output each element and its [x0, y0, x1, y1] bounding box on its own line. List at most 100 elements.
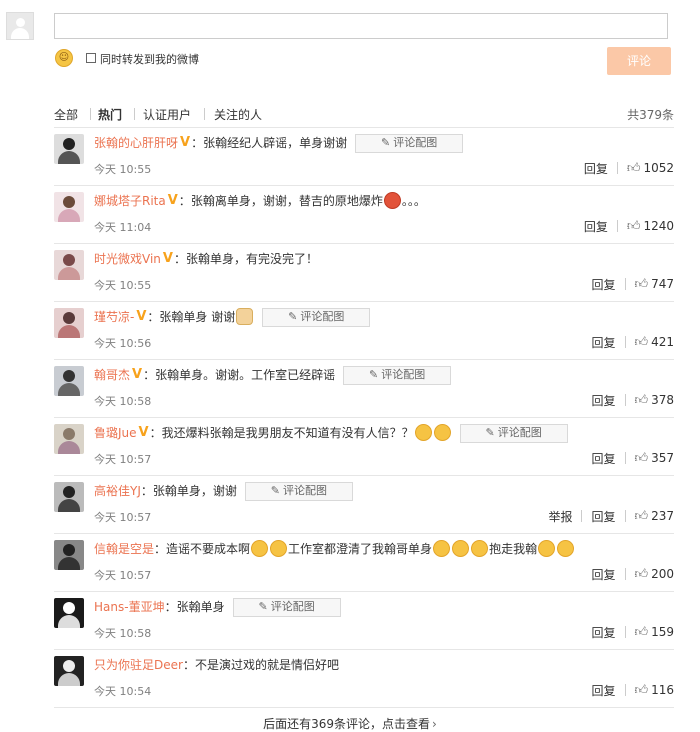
reply-link[interactable]: 回复: [591, 682, 615, 699]
comment-username[interactable]: 瑾芍凉-: [94, 307, 134, 327]
comment-image-label: 评论配图: [497, 426, 542, 439]
verified-badge-icon: V: [132, 367, 143, 382]
reply-link[interactable]: 回复: [591, 566, 615, 583]
comment-image-button[interactable]: ✎ 评论配图: [232, 597, 341, 617]
comment-separator: ：: [191, 136, 204, 150]
comment-text: 我还爆料张翰是我男朋友不知道有没有人信？？: [161, 426, 414, 440]
like-count: 1052: [643, 160, 674, 175]
filter-tab-hot[interactable]: 热门: [98, 106, 122, 123]
like-count: 378: [651, 392, 674, 407]
commenter-avatar[interactable]: [54, 540, 84, 570]
like-button[interactable]: 👍︎ 421: [635, 335, 675, 350]
comment-item: 鲁璐Jue V：我还爆料张翰是我男朋友不知道有没有人信？？ ✎ 评论配图 今天 10:5…: [54, 418, 674, 476]
like-button[interactable]: 👍︎ 237: [635, 509, 675, 524]
comment-image-button[interactable]: ✎ 评论配图: [459, 423, 568, 443]
comment-separator: ：: [143, 368, 156, 382]
commenter-avatar[interactable]: [54, 598, 84, 628]
comment-text: 张翰离单身，谢谢，替吉的原地爆炸: [190, 194, 383, 208]
pencil-icon: ✎: [485, 426, 495, 439]
comment-image-button[interactable]: ✎ 评论配图: [244, 481, 353, 501]
commenter-avatar[interactable]: [54, 192, 84, 222]
commenter-avatar[interactable]: [54, 656, 84, 686]
comment-timestamp: 今天 10:55: [94, 279, 152, 292]
cry-emoji-icon: [452, 539, 470, 557]
like-button[interactable]: 👍︎ 200: [635, 567, 675, 582]
comment-item: 只为你驻足Deer：不是演过戏的就是情侣好吧 今天 10:54 回复 👍︎ 116: [54, 650, 674, 708]
comment-item: 信翰是空是：造谣不要成本啊 工作室都澄清了我翰哥单身 抱走我翰 今天 10:57 回复 👍…: [54, 534, 674, 592]
load-more-comments-link[interactable]: 后面还有369条评论，点击查看 ›: [0, 715, 700, 732]
comment-timestamp: 今天 11:04: [94, 221, 152, 234]
like-button[interactable]: 👍︎ 1240: [627, 219, 674, 234]
like-button[interactable]: 👍︎ 159: [635, 625, 675, 640]
filter-tab-verified[interactable]: 认证用户: [143, 106, 191, 123]
pencil-icon: ✎: [270, 484, 281, 497]
comment-username[interactable]: 时光微戏Vin: [94, 249, 161, 269]
commenter-avatar[interactable]: [54, 366, 84, 396]
comment-username[interactable]: 鲁璐Jue: [94, 423, 137, 443]
commenter-avatar[interactable]: [54, 134, 84, 164]
reply-link[interactable]: 回复: [591, 450, 615, 467]
comment-text-tail: 。。。: [401, 194, 426, 208]
like-button[interactable]: 👍︎ 1052: [627, 161, 674, 176]
comment-username[interactable]: 只为你驻足Deer: [94, 655, 183, 675]
like-button[interactable]: 👍︎ 357: [635, 451, 675, 466]
reply-link[interactable]: 回复: [591, 624, 615, 641]
current-user-avatar: [6, 12, 34, 40]
thumbs-up-icon: 👍︎: [626, 160, 641, 176]
comment-username[interactable]: 翰哥杰: [94, 365, 130, 385]
filter-tab-all[interactable]: 全部: [54, 106, 78, 123]
verified-badge-icon: V: [136, 309, 147, 324]
reply-link[interactable]: 回复: [591, 392, 615, 409]
comment-text: 张翰单身，谢谢: [152, 484, 237, 498]
cry-emoji-icon: [414, 423, 432, 441]
report-link[interactable]: 举报: [548, 508, 572, 525]
verified-badge-icon: V: [138, 425, 149, 440]
comment-separator: ：: [164, 600, 177, 614]
like-button[interactable]: 👍︎ 116: [635, 683, 675, 698]
comment-item: 张翰的心肝肝呀 V：张翰经纪人辟谣，单身谢谢 ✎ 评论配图 今天 10:55 回复 👍︎ 10…: [54, 128, 674, 186]
reply-link[interactable]: 回复: [591, 508, 615, 525]
comment-image-button[interactable]: ✎ 评论配图: [262, 307, 371, 327]
commenter-avatar[interactable]: [54, 482, 84, 512]
comment-text: 张翰单身: [176, 600, 225, 614]
comment-timestamp: 今天 10:57: [94, 569, 152, 582]
commenter-avatar[interactable]: [54, 424, 84, 454]
comment-timestamp: 今天 10:58: [94, 395, 152, 408]
thumbs-up-icon: 👍︎: [634, 450, 649, 466]
pencil-icon: ✎: [258, 600, 268, 613]
thumbs-up-icon: 👍︎: [634, 392, 649, 408]
comment-username[interactable]: 信翰是空是: [94, 539, 154, 559]
reply-link[interactable]: 回复: [584, 218, 608, 235]
comment-username[interactable]: 张翰的心肝肝呀: [94, 133, 178, 153]
comment-item: 娜城塔子Rita V：张翰离单身，谢谢，替吉的原地爆炸 。。。 今天 11:04 回复 👍…: [54, 186, 674, 244]
pencil-icon: ✎: [381, 136, 391, 149]
comment-image-button[interactable]: ✎ 评论配图: [343, 365, 452, 385]
reply-link[interactable]: 回复: [584, 160, 608, 177]
like-count: 1240: [643, 218, 674, 233]
comment-username[interactable]: 娜城塔子Rita: [94, 191, 166, 211]
comment-username[interactable]: 高裕佳YJ: [94, 481, 141, 501]
comment-image-button[interactable]: ✎ 评论配图: [355, 133, 464, 153]
thumbs-up-icon: 👍︎: [626, 218, 641, 234]
like-count: 159: [651, 624, 674, 639]
comment-input[interactable]: [54, 13, 668, 39]
reply-link[interactable]: 回复: [591, 276, 615, 293]
comment-separator: ：: [154, 542, 167, 556]
filter-tab-following[interactable]: 关注的人: [214, 106, 262, 123]
reply-link[interactable]: 回复: [591, 334, 615, 351]
thumbs-up-icon: 👍︎: [634, 682, 649, 698]
like-button[interactable]: 👍︎ 747: [635, 277, 675, 292]
thumbs-up-icon: 👍︎: [634, 566, 649, 582]
like-button[interactable]: 👍︎ 378: [635, 393, 675, 408]
smile-emoji-icon: [557, 539, 575, 557]
emoji-icon[interactable]: ☺: [55, 49, 73, 67]
commenter-avatar[interactable]: [54, 250, 84, 280]
submit-comment-button[interactable]: 评论: [607, 47, 671, 75]
comment-timestamp: 今天 10:55: [94, 163, 152, 176]
comment-text: 造谣不要成本啊: [166, 542, 251, 556]
commenter-avatar[interactable]: [54, 308, 84, 338]
like-count: 421: [651, 334, 674, 349]
pencil-icon: ✎: [288, 310, 298, 323]
comment-username[interactable]: Hans-董亚坤: [94, 597, 165, 617]
repost-checkbox[interactable]: [86, 53, 96, 63]
